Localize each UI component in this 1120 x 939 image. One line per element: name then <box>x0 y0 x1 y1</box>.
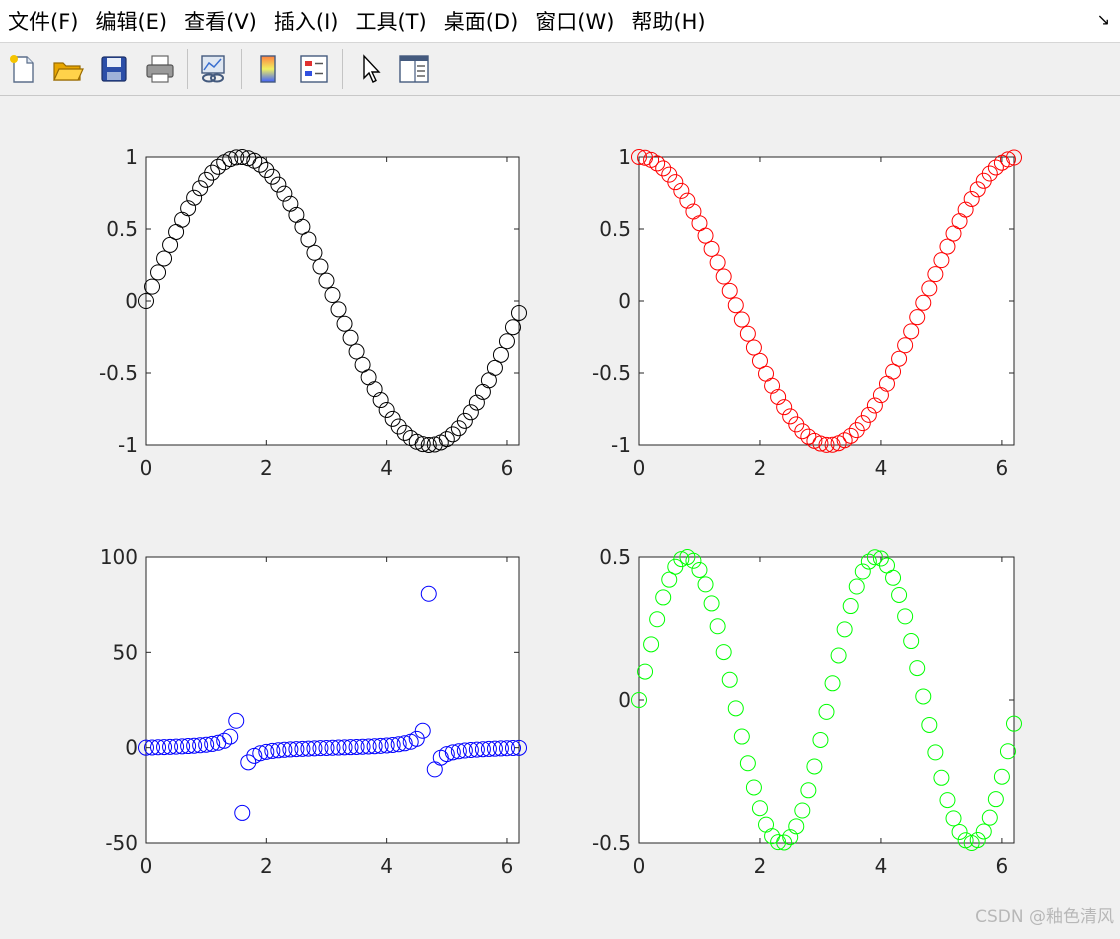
y-tick-label: -1 <box>118 433 138 457</box>
x-tick-label: 4 <box>875 854 888 878</box>
y-tick-label: 1 <box>618 145 631 169</box>
menu-file[interactable]: 文件(F) <box>0 6 86 36</box>
x-tick-label: 4 <box>875 456 888 480</box>
watermark-text: CSDN @釉色清风 <box>975 907 1114 927</box>
property-editor-icon[interactable] <box>397 52 431 86</box>
x-tick-label: 0 <box>140 456 153 480</box>
subplot-sin: 0 2 4 6 -1 -0.5 0 0.5 1 <box>99 145 527 480</box>
toolbar-separator <box>342 49 343 89</box>
toolbar-separator <box>241 49 242 89</box>
y-tick-label: -1 <box>611 433 631 457</box>
x-tick-label: 2 <box>260 456 273 480</box>
menu-window[interactable]: 窗口(W) <box>526 6 622 36</box>
menu-tools[interactable]: 工具(T) <box>346 6 434 36</box>
y-tick-label: 0 <box>125 736 138 760</box>
pointer-icon[interactable] <box>354 52 388 86</box>
x-tick-label: 6 <box>501 456 514 480</box>
x-tick-label: 4 <box>380 854 393 878</box>
axes-box <box>638 556 1015 844</box>
x-tick-label: 6 <box>996 854 1009 878</box>
link-plot-icon[interactable] <box>196 52 230 86</box>
x-tick-label: 0 <box>633 854 646 878</box>
open-folder-icon[interactable] <box>51 52 85 86</box>
y-tick-label: 0.5 <box>106 217 138 241</box>
menu-bar: 文件(F) 编辑(E) 查看(V) 插入(I) 工具(T) 桌面(D) 窗口(W… <box>0 0 1120 42</box>
x-tick-label: 2 <box>754 854 767 878</box>
x-tick-label: 4 <box>380 456 393 480</box>
x-tick-label: 0 <box>633 456 646 480</box>
y-tick-label: -0.5 <box>592 831 631 855</box>
menu-view[interactable]: 查看(V) <box>175 6 265 36</box>
y-tick-label: 1 <box>125 145 138 169</box>
y-tick-label: 0.5 <box>599 217 631 241</box>
dock-arrow-icon[interactable]: ↘ <box>1097 10 1110 29</box>
x-tick-label: 0 <box>140 854 153 878</box>
subplot-tan: 0 2 4 6-50050100 <box>100 545 527 878</box>
colorbar-icon[interactable] <box>251 52 285 86</box>
x-tick-label: 6 <box>996 456 1009 480</box>
x-tick-label: 2 <box>754 456 767 480</box>
menu-insert[interactable]: 插入(I) <box>265 6 347 36</box>
print-icon[interactable] <box>143 52 177 86</box>
y-tick-label: 100 <box>100 545 138 569</box>
x-tick-label: 6 <box>501 854 514 878</box>
toolbar <box>0 42 1120 96</box>
new-file-icon[interactable] <box>6 52 40 86</box>
y-tick-label: 0 <box>125 289 138 313</box>
menu-edit[interactable]: 编辑(E) <box>86 6 175 36</box>
y-tick-label: 0.5 <box>599 545 631 569</box>
menu-desktop[interactable]: 桌面(D) <box>435 6 527 36</box>
save-icon[interactable] <box>97 52 131 86</box>
axes-box <box>145 156 520 446</box>
legend-icon[interactable] <box>297 52 331 86</box>
x-tick-label: 2 <box>260 854 273 878</box>
y-tick-label: 0 <box>618 289 631 313</box>
y-tick-label: 50 <box>113 640 138 664</box>
axes-box <box>145 556 520 844</box>
subplot-sin-cos: 0 2 4 6-0.500.5 <box>592 545 1022 878</box>
subplot-cos: 0 2 4 6 -1 -0.5 0 0.5 1 <box>592 145 1022 480</box>
menu-help[interactable]: 帮助(H) <box>622 6 713 36</box>
y-tick-label: -0.5 <box>99 361 138 385</box>
toolbar-separator <box>187 49 188 89</box>
figure-area: 0 2 4 6 -1 -0.5 0 0.5 1 0 2 4 6 -1 -0.5 0 0.5 1 0 2 4 6 -50 0 50… <box>0 95 1120 935</box>
y-tick-label: 0 <box>618 688 631 712</box>
y-tick-label: -50 <box>105 831 138 855</box>
y-tick-label: -0.5 <box>592 361 631 385</box>
subplot-grid: 0 2 4 6-1-0.500.510 2 4 6-1-0.500.510 2 4 6-50050… <box>99 145 1022 878</box>
